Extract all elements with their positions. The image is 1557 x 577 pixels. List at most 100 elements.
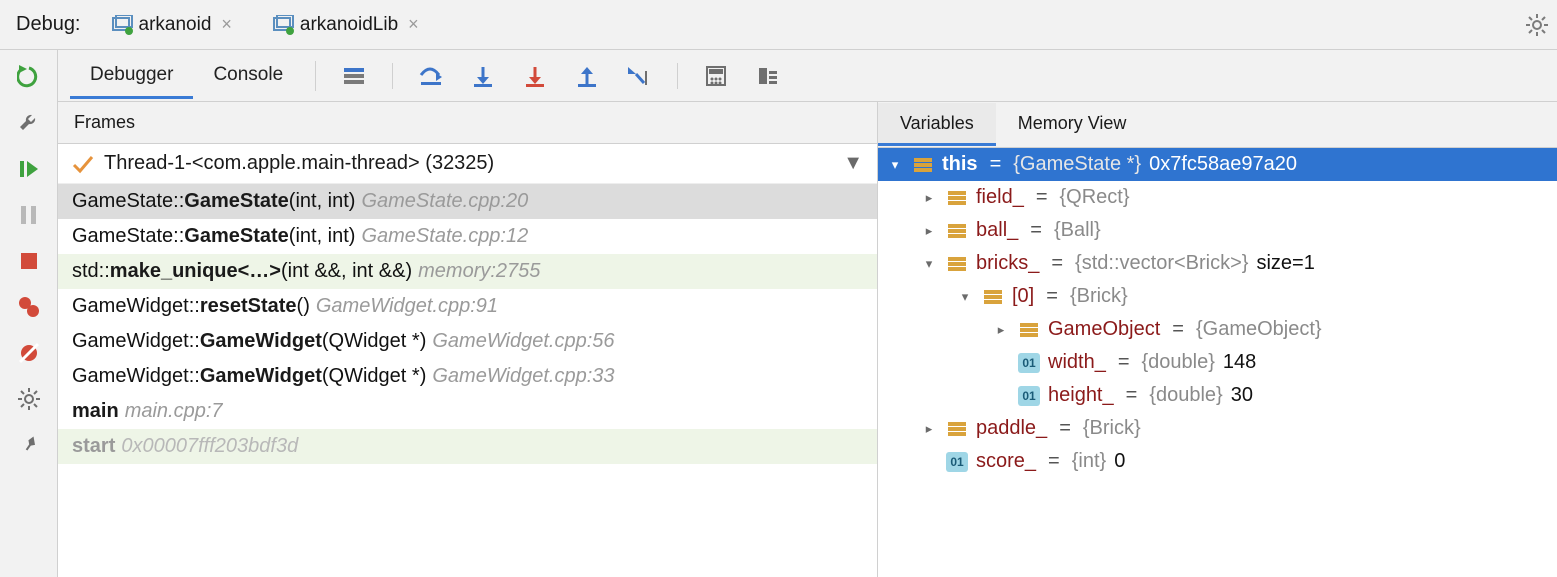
- variable-name: score_: [976, 450, 1036, 473]
- close-icon[interactable]: ×: [408, 14, 419, 35]
- tab-memory-view[interactable]: Memory View: [996, 103, 1149, 146]
- show-execution-point-icon[interactable]: [340, 64, 368, 88]
- debug-action-strip: [0, 50, 58, 577]
- run-config-icon: [111, 15, 133, 35]
- variable-value: 30: [1231, 384, 1253, 407]
- variables-tree: ▾this = {GameState *} 0x7fc58ae97a20▸fie…: [878, 148, 1557, 577]
- variable-value: size=1: [1256, 252, 1314, 275]
- variable-value: 0: [1114, 450, 1125, 473]
- debug-top-bar: Debug: arkanoid × arkanoidLib ×: [0, 0, 1557, 50]
- run-config-icon: [272, 15, 294, 35]
- run-to-cursor-icon[interactable]: [625, 64, 653, 88]
- settings-icon[interactable]: [16, 386, 42, 412]
- force-step-into-icon[interactable]: [521, 64, 549, 88]
- frames-list: GameState::GameState(int, int)GameState.…: [58, 184, 877, 577]
- variable-row[interactable]: ▾this = {GameState *} 0x7fc58ae97a20: [878, 148, 1557, 181]
- run-config-label: arkanoid: [139, 14, 212, 36]
- debug-title: Debug:: [16, 13, 81, 36]
- evaluate-expression-icon[interactable]: [702, 64, 730, 88]
- chevron-right-icon[interactable]: ▸: [920, 190, 938, 206]
- pause-icon[interactable]: [16, 202, 42, 228]
- variable-type: {GameState *}: [1013, 153, 1141, 176]
- trace-current-icon[interactable]: [754, 64, 782, 88]
- frame-row[interactable]: GameState::GameState(int, int)GameState.…: [58, 184, 877, 219]
- resume-icon[interactable]: [16, 156, 42, 182]
- variable-type: {QRect}: [1060, 186, 1130, 209]
- view-breakpoints-icon[interactable]: [16, 294, 42, 320]
- frame-row[interactable]: mainmain.cpp:7: [58, 394, 877, 429]
- mute-breakpoints-icon[interactable]: [16, 340, 42, 366]
- variable-name: GameObject: [1048, 318, 1160, 341]
- chevron-right-icon[interactable]: ▸: [920, 421, 938, 437]
- thread-label: Thread-1-<com.apple.main-thread> (32325): [104, 152, 494, 175]
- chevron-down-icon[interactable]: ▾: [886, 157, 904, 173]
- variable-name: field_: [976, 186, 1024, 209]
- primitive-icon: 01: [946, 452, 968, 472]
- frames-panel: Frames Thread-1-<com.apple.main-thread> …: [58, 102, 878, 577]
- step-over-icon[interactable]: [417, 64, 445, 88]
- run-config-tab-arkanoidlib[interactable]: arkanoidLib ×: [262, 8, 429, 42]
- variable-type: {Ball}: [1054, 219, 1101, 242]
- checkmark-icon: [72, 154, 94, 174]
- chevron-down-icon[interactable]: ▾: [920, 256, 938, 272]
- object-icon: [946, 221, 968, 241]
- object-icon: [1018, 320, 1040, 340]
- close-icon[interactable]: ×: [221, 14, 232, 35]
- variable-value: 0x7fc58ae97a20: [1149, 153, 1297, 176]
- object-icon: [946, 254, 968, 274]
- frame-row[interactable]: GameWidget::resetState()GameWidget.cpp:9…: [58, 289, 877, 324]
- variable-type: {Brick}: [1083, 417, 1141, 440]
- variable-row[interactable]: 01width_ = {double} 148: [878, 346, 1557, 379]
- variable-row[interactable]: ▸paddle_ = {Brick}: [878, 412, 1557, 445]
- variables-tab-row: Variables Memory View: [878, 102, 1557, 148]
- chevron-down-icon[interactable]: ▾: [956, 289, 974, 305]
- run-config-label: arkanoidLib: [300, 14, 398, 36]
- debug-tab-row: Debugger Console: [58, 50, 1557, 102]
- variable-row[interactable]: 01height_ = {double} 30: [878, 379, 1557, 412]
- run-config-tab-arkanoid[interactable]: arkanoid ×: [101, 8, 242, 42]
- variable-name: height_: [1048, 384, 1114, 407]
- frame-row[interactable]: std::make_unique<…>(int &&, int &&)memor…: [58, 254, 877, 289]
- step-out-icon[interactable]: [573, 64, 601, 88]
- variable-type: {double}: [1142, 351, 1215, 374]
- variable-name: this: [942, 153, 978, 176]
- frame-row[interactable]: start0x00007fff203bdf3d: [58, 429, 877, 464]
- primitive-icon: 01: [1018, 353, 1040, 373]
- tab-debugger[interactable]: Debugger: [70, 52, 193, 99]
- primitive-icon: 01: [1018, 386, 1040, 406]
- frame-row[interactable]: GameWidget::GameWidget(QWidget *)GameWid…: [58, 359, 877, 394]
- object-icon: [946, 419, 968, 439]
- chevron-right-icon[interactable]: ▸: [992, 322, 1010, 338]
- variable-name: bricks_: [976, 252, 1039, 275]
- variable-type: {GameObject}: [1196, 318, 1322, 341]
- tab-console[interactable]: Console: [193, 52, 303, 99]
- variable-row[interactable]: ▸ball_ = {Ball}: [878, 214, 1557, 247]
- variable-type: {int}: [1072, 450, 1106, 473]
- variable-name: ball_: [976, 219, 1018, 242]
- variable-row[interactable]: 01score_ = {int} 0: [878, 445, 1557, 478]
- variable-row[interactable]: ▸GameObject = {GameObject}: [878, 313, 1557, 346]
- object-icon: [982, 287, 1004, 307]
- variable-type: {std::vector<Brick>}: [1075, 252, 1248, 275]
- frames-header: Frames: [58, 102, 877, 144]
- variable-type: {Brick}: [1070, 285, 1128, 308]
- stop-icon[interactable]: [16, 248, 42, 274]
- tab-variables[interactable]: Variables: [878, 103, 996, 146]
- object-icon: [946, 188, 968, 208]
- step-into-icon[interactable]: [469, 64, 497, 88]
- variable-value: 148: [1223, 351, 1256, 374]
- rerun-icon[interactable]: [16, 64, 42, 90]
- gear-icon[interactable]: [1525, 13, 1549, 37]
- frame-row[interactable]: GameState::GameState(int, int)GameState.…: [58, 219, 877, 254]
- variable-name: [0]: [1012, 285, 1034, 308]
- thread-selector[interactable]: Thread-1-<com.apple.main-thread> (32325)…: [58, 144, 877, 184]
- variable-row[interactable]: ▾bricks_ = {std::vector<Brick>} size=1: [878, 247, 1557, 280]
- variable-type: {double}: [1149, 384, 1222, 407]
- chevron-right-icon[interactable]: ▸: [920, 223, 938, 239]
- frame-row[interactable]: GameWidget::GameWidget(QWidget *)GameWid…: [58, 324, 877, 359]
- variable-row[interactable]: ▾[0] = {Brick}: [878, 280, 1557, 313]
- variable-row[interactable]: ▸field_ = {QRect}: [878, 181, 1557, 214]
- pin-icon[interactable]: [16, 432, 42, 458]
- variables-panel: Variables Memory View ▾this = {GameState…: [878, 102, 1557, 577]
- wrench-icon[interactable]: [16, 110, 42, 136]
